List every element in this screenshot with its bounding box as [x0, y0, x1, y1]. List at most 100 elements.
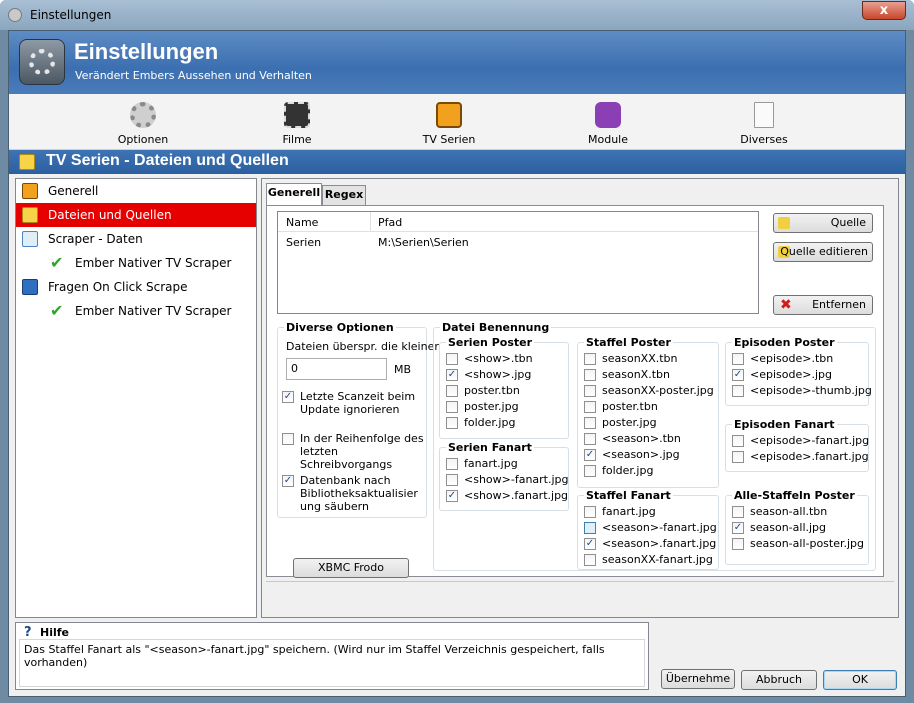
- episoden-poster-option-label: <episode>.tbn: [750, 352, 834, 365]
- staffel-fanart-checkbox[interactable]: [584, 538, 596, 550]
- serien-poster-option-label: poster.jpg: [464, 400, 519, 413]
- serien-poster-option-label: poster.tbn: [464, 384, 520, 397]
- serien-fanart-group: Serien Fanart fanart.jpg <show>-fanart.jp…: [439, 441, 569, 511]
- tree-item-ember-nativer-tv-scraper-1[interactable]: ✔ Ember Nativer TV Scraper: [16, 251, 256, 275]
- clean-database-checkbox[interactable]: [282, 475, 294, 487]
- staffel-fanart-option-label: <season>-fanart.jpg: [602, 521, 717, 534]
- episoden-fanart-group: Episoden Fanart <episode>-fanart.jpg <epi…: [725, 418, 870, 472]
- episoden-fanart-option-label: <episode>.fanart.jpg: [750, 450, 869, 463]
- edit-source-button[interactable]: Quelle editieren: [773, 242, 873, 262]
- staffel-fanart-checkbox[interactable]: [584, 554, 596, 566]
- toolbar-tv-serien[interactable]: TV Serien: [394, 98, 504, 148]
- tab-regex[interactable]: Regex: [322, 185, 366, 205]
- tree-item-generell[interactable]: Generell: [16, 179, 256, 203]
- client-area: Einstellungen Verändert Embers Aussehen …: [8, 30, 906, 697]
- apply-button[interactable]: Übernehme: [661, 669, 735, 689]
- serien-fanart-checkbox[interactable]: [446, 490, 458, 502]
- write-order-label: In der Reihenfolge des letzten Schreibvo…: [300, 432, 424, 471]
- staffel-fanart-option-label: <season>.fanart.jpg: [602, 537, 717, 550]
- settings-app-icon: [19, 39, 65, 85]
- toolbar: Optionen Filme TV Serien Module Diverses: [9, 94, 905, 150]
- staffel-fanart-option-label: seasonXX-fanart.jpg: [602, 553, 713, 566]
- sources-table: Name Pfad Serien M:\Serien\Serien: [277, 211, 759, 314]
- staffel-poster-checkbox[interactable]: [584, 385, 596, 397]
- staffel-poster-checkbox[interactable]: [584, 449, 596, 461]
- serien-fanart-option-label: fanart.jpg: [464, 457, 518, 470]
- checkmark-icon: ✔: [50, 253, 64, 272]
- tree-item-label: Fragen On Click Scrape: [48, 280, 188, 294]
- clean-database-label: Datenbank nach Bibliotheksaktualisier un…: [300, 474, 418, 513]
- staffel-poster-option-label: seasonXX.tbn: [602, 352, 678, 365]
- staffel-poster-checkbox[interactable]: [584, 401, 596, 413]
- ignore-scan-time-label: Letzte Scanzeit beim Update ignorieren: [300, 390, 416, 416]
- close-button[interactable]: x: [862, 1, 906, 20]
- staffel-poster-option-label: seasonXX-poster.jpg: [602, 384, 714, 397]
- add-icon: [778, 217, 790, 229]
- group-title: Staffel Poster: [584, 336, 673, 349]
- staffel-poster-checkbox[interactable]: [584, 433, 596, 445]
- ignore-scan-time-checkbox[interactable]: [282, 391, 294, 403]
- help-title: Hilfe: [40, 626, 69, 639]
- episoden-poster-checkbox[interactable]: [732, 353, 744, 365]
- cancel-button[interactable]: Abbruch: [741, 670, 817, 690]
- scraper-icon: [22, 231, 38, 247]
- column-path: Pfad: [378, 216, 403, 229]
- section-title: TV Serien - Dateien und Quellen: [46, 152, 289, 169]
- folder-icon: [22, 207, 38, 223]
- staffel-fanart-option-label: fanart.jpg: [602, 505, 656, 518]
- alle-staffeln-checkbox[interactable]: [732, 506, 744, 518]
- tree-item-dateien-und-quellen[interactable]: Dateien und Quellen: [16, 203, 256, 227]
- serien-poster-checkbox[interactable]: [446, 417, 458, 429]
- serien-poster-checkbox[interactable]: [446, 369, 458, 381]
- tree-item-scraper-daten[interactable]: Scraper - Daten: [16, 227, 256, 251]
- episoden-fanart-option-label: <episode>-fanart.jpg: [750, 434, 870, 447]
- serien-fanart-checkbox[interactable]: [446, 474, 458, 486]
- episoden-poster-option-label: <episode>.jpg: [750, 368, 832, 381]
- episoden-fanart-checkbox[interactable]: [732, 435, 744, 447]
- staffel-poster-option-label: folder.jpg: [602, 464, 654, 477]
- remove-source-button[interactable]: ✖ Entfernen: [773, 295, 873, 315]
- header-subtitle: Verändert Embers Aussehen und Verhalten: [75, 69, 312, 82]
- tab-generell[interactable]: Generell: [266, 183, 322, 205]
- toolbar-optionen[interactable]: Optionen: [88, 98, 198, 148]
- tree-item-label: Ember Nativer TV Scraper: [75, 304, 232, 318]
- table-row[interactable]: Serien M:\Serien\Serien: [278, 236, 758, 254]
- row-name: Serien: [286, 236, 322, 249]
- serien-poster-checkbox[interactable]: [446, 401, 458, 413]
- serien-fanart-checkbox[interactable]: [446, 458, 458, 470]
- toolbar-filme[interactable]: Filme: [242, 98, 352, 148]
- skip-size-input[interactable]: 0: [286, 358, 387, 380]
- episoden-poster-checkbox[interactable]: [732, 385, 744, 397]
- tree-item-fragen-on-click-scrape[interactable]: Fragen On Click Scrape: [16, 275, 256, 299]
- staffel-fanart-checkbox[interactable]: [584, 506, 596, 518]
- header-title: Einstellungen: [74, 39, 219, 64]
- tv-icon: [22, 183, 38, 199]
- group-title: Staffel Fanart: [584, 489, 673, 502]
- group-title: Alle-Staffeln Poster: [732, 489, 857, 502]
- alle-staffeln-option-label: season-all.tbn: [750, 505, 828, 518]
- divider: [266, 581, 894, 582]
- write-order-checkbox[interactable]: [282, 433, 294, 445]
- staffel-poster-checkbox[interactable]: [584, 465, 596, 477]
- film-icon: [284, 102, 310, 128]
- tree-item-ember-nativer-tv-scraper-2[interactable]: ✔ Ember Nativer TV Scraper: [16, 299, 256, 323]
- staffel-poster-checkbox[interactable]: [584, 417, 596, 429]
- staffel-fanart-checkbox[interactable]: [584, 522, 596, 534]
- serien-poster-checkbox[interactable]: [446, 385, 458, 397]
- xbmc-frodo-button[interactable]: XBMC Frodo: [293, 558, 409, 578]
- group-title: Serien Poster: [446, 336, 535, 349]
- staffel-poster-checkbox[interactable]: [584, 369, 596, 381]
- alle-staffeln-checkbox[interactable]: [732, 522, 744, 534]
- episoden-poster-checkbox[interactable]: [732, 369, 744, 381]
- ok-button[interactable]: OK: [823, 670, 897, 690]
- serien-poster-checkbox[interactable]: [446, 353, 458, 365]
- toolbar-module[interactable]: Module: [553, 98, 663, 148]
- add-source-button[interactable]: Quelle: [773, 213, 873, 233]
- toolbar-diverses[interactable]: Diverses: [709, 98, 819, 148]
- tree-item-label: Dateien und Quellen: [48, 208, 172, 222]
- settings-tree: Generell Dateien und Quellen Scraper - D…: [15, 178, 257, 618]
- episoden-fanart-checkbox[interactable]: [732, 451, 744, 463]
- staffel-poster-checkbox[interactable]: [584, 353, 596, 365]
- table-header: Name Pfad: [278, 212, 758, 232]
- alle-staffeln-checkbox[interactable]: [732, 538, 744, 550]
